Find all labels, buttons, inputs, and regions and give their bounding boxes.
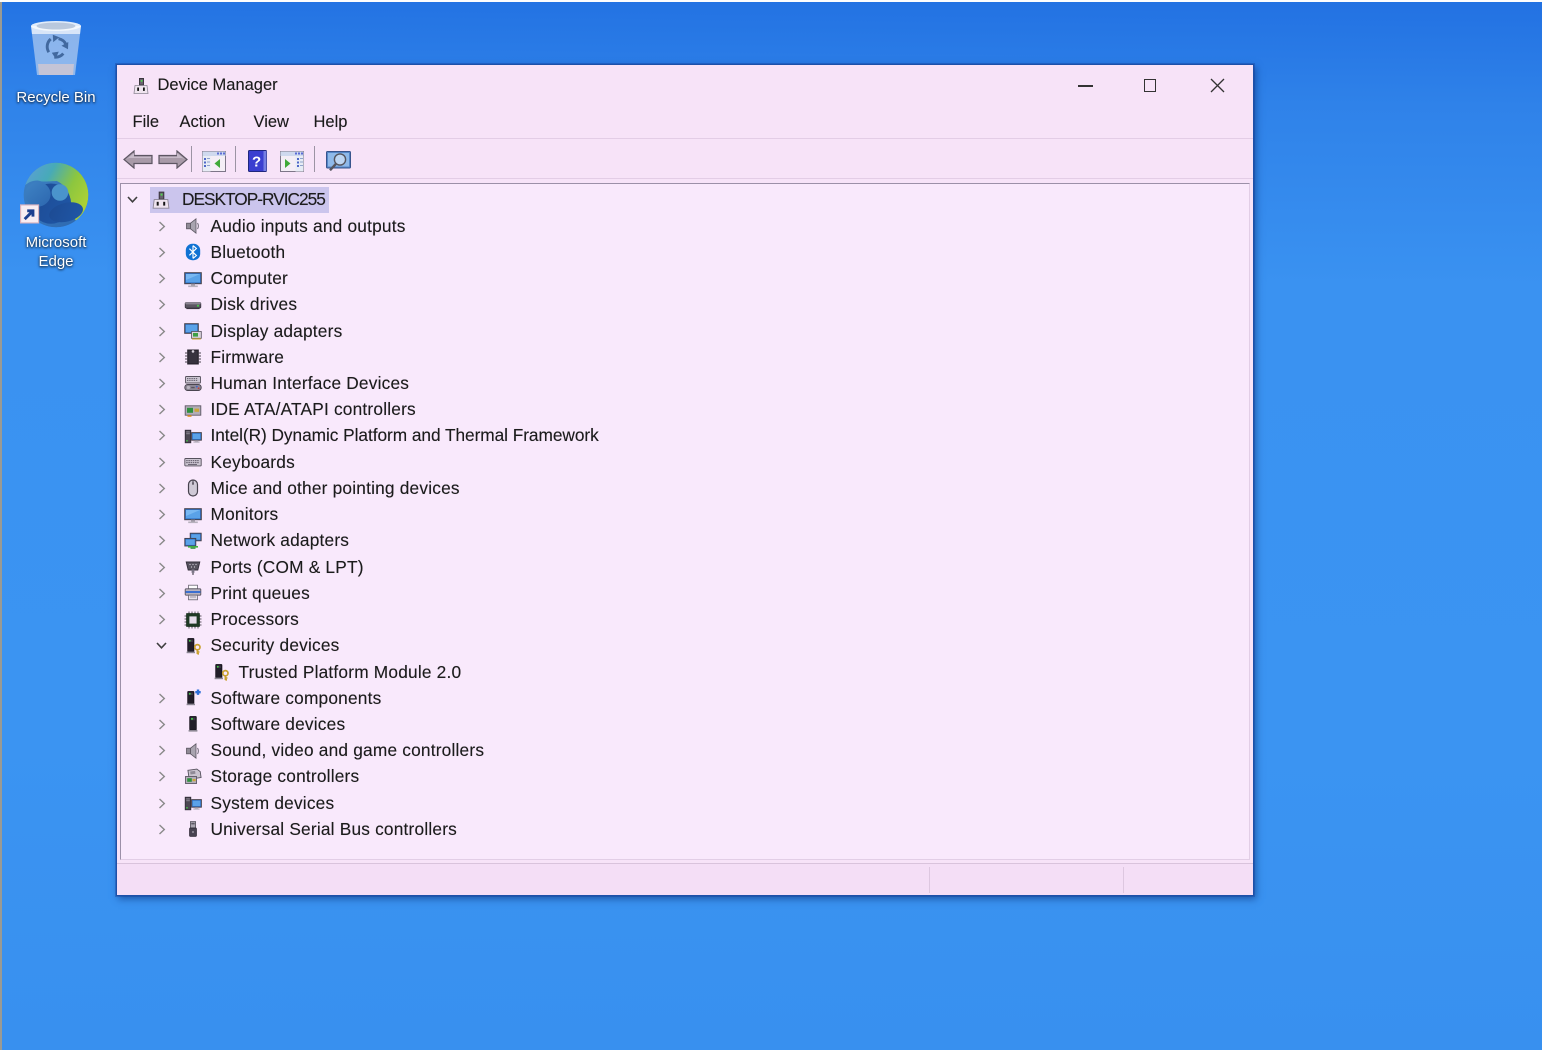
svg-text:?: ?	[252, 153, 261, 170]
